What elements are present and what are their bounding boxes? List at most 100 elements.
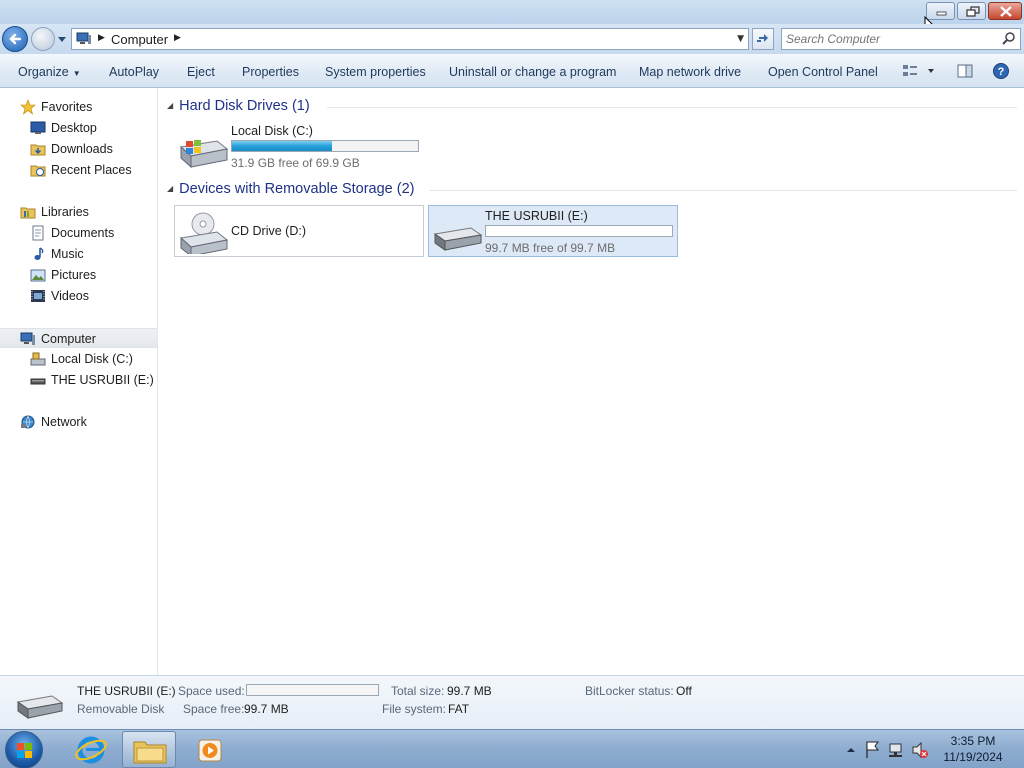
nav-videos[interactable]: Videos <box>0 286 157 306</box>
title-bar <box>0 0 1024 37</box>
collapse-triangle-icon[interactable]: ◢ <box>167 101 173 110</box>
navigation-pane: Favorites Desktop Downloads Recent Place… <box>0 88 158 675</box>
nav-documents[interactable]: Documents <box>0 223 157 243</box>
clock-date: 11/19/2024 <box>943 750 1003 764</box>
collapse-triangle-icon[interactable]: ◢ <box>167 184 173 193</box>
command-bar: Organize ▼ AutoPlay Eject Properties Syst… <box>0 54 1024 88</box>
view-icon <box>903 65 908 69</box>
drive-tile-d[interactable]: CD Drive (D:) <box>174 205 424 257</box>
close-button[interactable] <box>988 2 1022 20</box>
clock[interactable]: 3:35 PM 11/19/2024 <box>930 733 1016 765</box>
drive-tile-c[interactable]: Local Disk (C:) 31.9 GB free of 69.9 GB <box>175 121 425 173</box>
action-center-flag-icon[interactable] <box>866 741 879 758</box>
search-icon[interactable] <box>1002 32 1016 46</box>
nav-recent-places[interactable]: Recent Places <box>0 160 157 180</box>
nav-label: Libraries <box>41 205 89 219</box>
address-bar[interactable]: ▶ Computer ▶ ▼ <box>71 28 749 50</box>
nav-usb-drive-e[interactable]: THE USRUBII (E:) <box>0 370 157 390</box>
breadcrumb-arrow-icon[interactable]: ▶ <box>174 33 181 43</box>
map-network-drive-button[interactable]: Map network drive <box>639 65 741 79</box>
show-hidden-icons-icon[interactable] <box>847 748 855 752</box>
bitlocker-value: Off <box>676 684 692 698</box>
nav-network[interactable]: Network <box>0 412 157 432</box>
pictures-icon <box>30 269 46 282</box>
hard-drive-icon <box>179 140 229 169</box>
group-header-removable-storage[interactable]: ◢ Devices with Removable Storage (2) <box>167 181 414 197</box>
star-icon <box>20 99 36 115</box>
nav-label: Network <box>41 415 87 429</box>
network-status-icon[interactable] <box>889 743 902 757</box>
nav-pictures[interactable]: Pictures <box>0 265 157 285</box>
recent-pages-dropdown-icon[interactable] <box>57 34 67 44</box>
nav-label: Desktop <box>51 121 97 135</box>
media-player-icon <box>198 739 222 762</box>
music-icon <box>34 247 44 260</box>
organize-button[interactable]: Organize ▼ <box>18 65 81 79</box>
nav-label: Videos <box>51 289 89 303</box>
taskbar-media-player[interactable] <box>184 731 238 768</box>
back-button[interactable] <box>2 26 28 52</box>
network-icon <box>21 415 35 429</box>
nav-libraries[interactable]: Libraries <box>0 202 157 222</box>
chevron-down-icon: ▼ <box>72 69 81 78</box>
preview-pane-button[interactable] <box>957 63 973 79</box>
group-divider <box>327 107 1017 108</box>
total-size-value: 99.7 MB <box>447 684 492 698</box>
nav-music[interactable]: Music <box>0 244 157 264</box>
help-button[interactable]: ? <box>992 63 1010 81</box>
videos-icon <box>31 290 45 302</box>
nav-label: Pictures <box>51 268 97 282</box>
nav-computer[interactable]: Computer <box>0 328 157 348</box>
space-used-bar <box>246 684 379 696</box>
group-header-hard-disk-drives[interactable]: ◢ Hard Disk Drives (1) <box>167 98 310 114</box>
removable-drive-icon <box>30 378 46 385</box>
drive-usage-fill <box>232 141 333 151</box>
nav-local-disk-c[interactable]: Local Disk (C:) <box>0 349 157 369</box>
change-view-button[interactable] <box>901 63 937 79</box>
internet-explorer-icon <box>75 736 107 764</box>
nav-label: Computer <box>41 332 96 346</box>
search-input[interactable] <box>786 31 996 47</box>
search-box[interactable] <box>781 28 1021 50</box>
drive-tile-e[interactable]: THE USRUBII (E:) 99.7 MB free of 99.7 MB <box>428 205 678 257</box>
computer-icon <box>76 32 91 44</box>
downloads-folder-icon <box>30 144 46 156</box>
address-dropdown-icon[interactable]: ▼ <box>737 34 744 44</box>
group-divider <box>429 190 1017 191</box>
system-properties-button[interactable]: System properties <box>325 65 426 79</box>
clock-time: 3:35 PM <box>950 734 996 748</box>
space-used-label: Space used: <box>178 684 245 698</box>
details-drive-name: THE USRUBII (E:) <box>77 684 176 698</box>
uninstall-program-button[interactable]: Uninstall or change a program <box>449 65 616 79</box>
taskbar-internet-explorer[interactable] <box>64 731 118 768</box>
autoplay-button[interactable]: AutoPlay <box>109 65 159 79</box>
removable-drive-icon <box>433 227 483 251</box>
start-button[interactable] <box>5 731 43 768</box>
breadcrumb-computer[interactable]: Computer <box>111 32 168 47</box>
nav-label: Recent Places <box>51 163 132 177</box>
nav-favorites[interactable]: Favorites <box>0 97 157 117</box>
group-header-label: Devices with Removable Storage (2) <box>179 181 415 197</box>
file-system-value: FAT <box>448 702 470 716</box>
properties-button[interactable]: Properties <box>242 65 299 79</box>
breadcrumb-arrow-icon[interactable]: ▶ <box>98 33 105 43</box>
recent-places-icon <box>30 165 46 177</box>
nav-label: THE USRUBII (E:) <box>51 373 154 387</box>
nav-downloads[interactable]: Downloads <box>0 139 157 159</box>
open-control-panel-button[interactable]: Open Control Panel <box>768 65 878 79</box>
close-icon <box>1000 6 1012 17</box>
computer-icon <box>20 332 35 345</box>
content-pane: ◢ Hard Disk Drives (1) Local Disk (C:) 31… <box>159 88 1024 675</box>
nav-label: Music <box>51 247 84 261</box>
restore-button[interactable] <box>957 2 986 20</box>
removable-drive-icon <box>16 695 64 719</box>
system-tray <box>847 741 928 759</box>
volume-muted-icon[interactable] <box>912 741 928 759</box>
drive-name: Local Disk (C:) <box>231 124 313 138</box>
nav-desktop[interactable]: Desktop <box>0 118 157 138</box>
refresh-button[interactable] <box>752 28 774 50</box>
eject-button[interactable]: Eject <box>187 65 215 79</box>
taskbar-windows-explorer[interactable] <box>122 731 176 768</box>
forward-button[interactable] <box>31 27 55 51</box>
libraries-icon <box>20 207 36 219</box>
